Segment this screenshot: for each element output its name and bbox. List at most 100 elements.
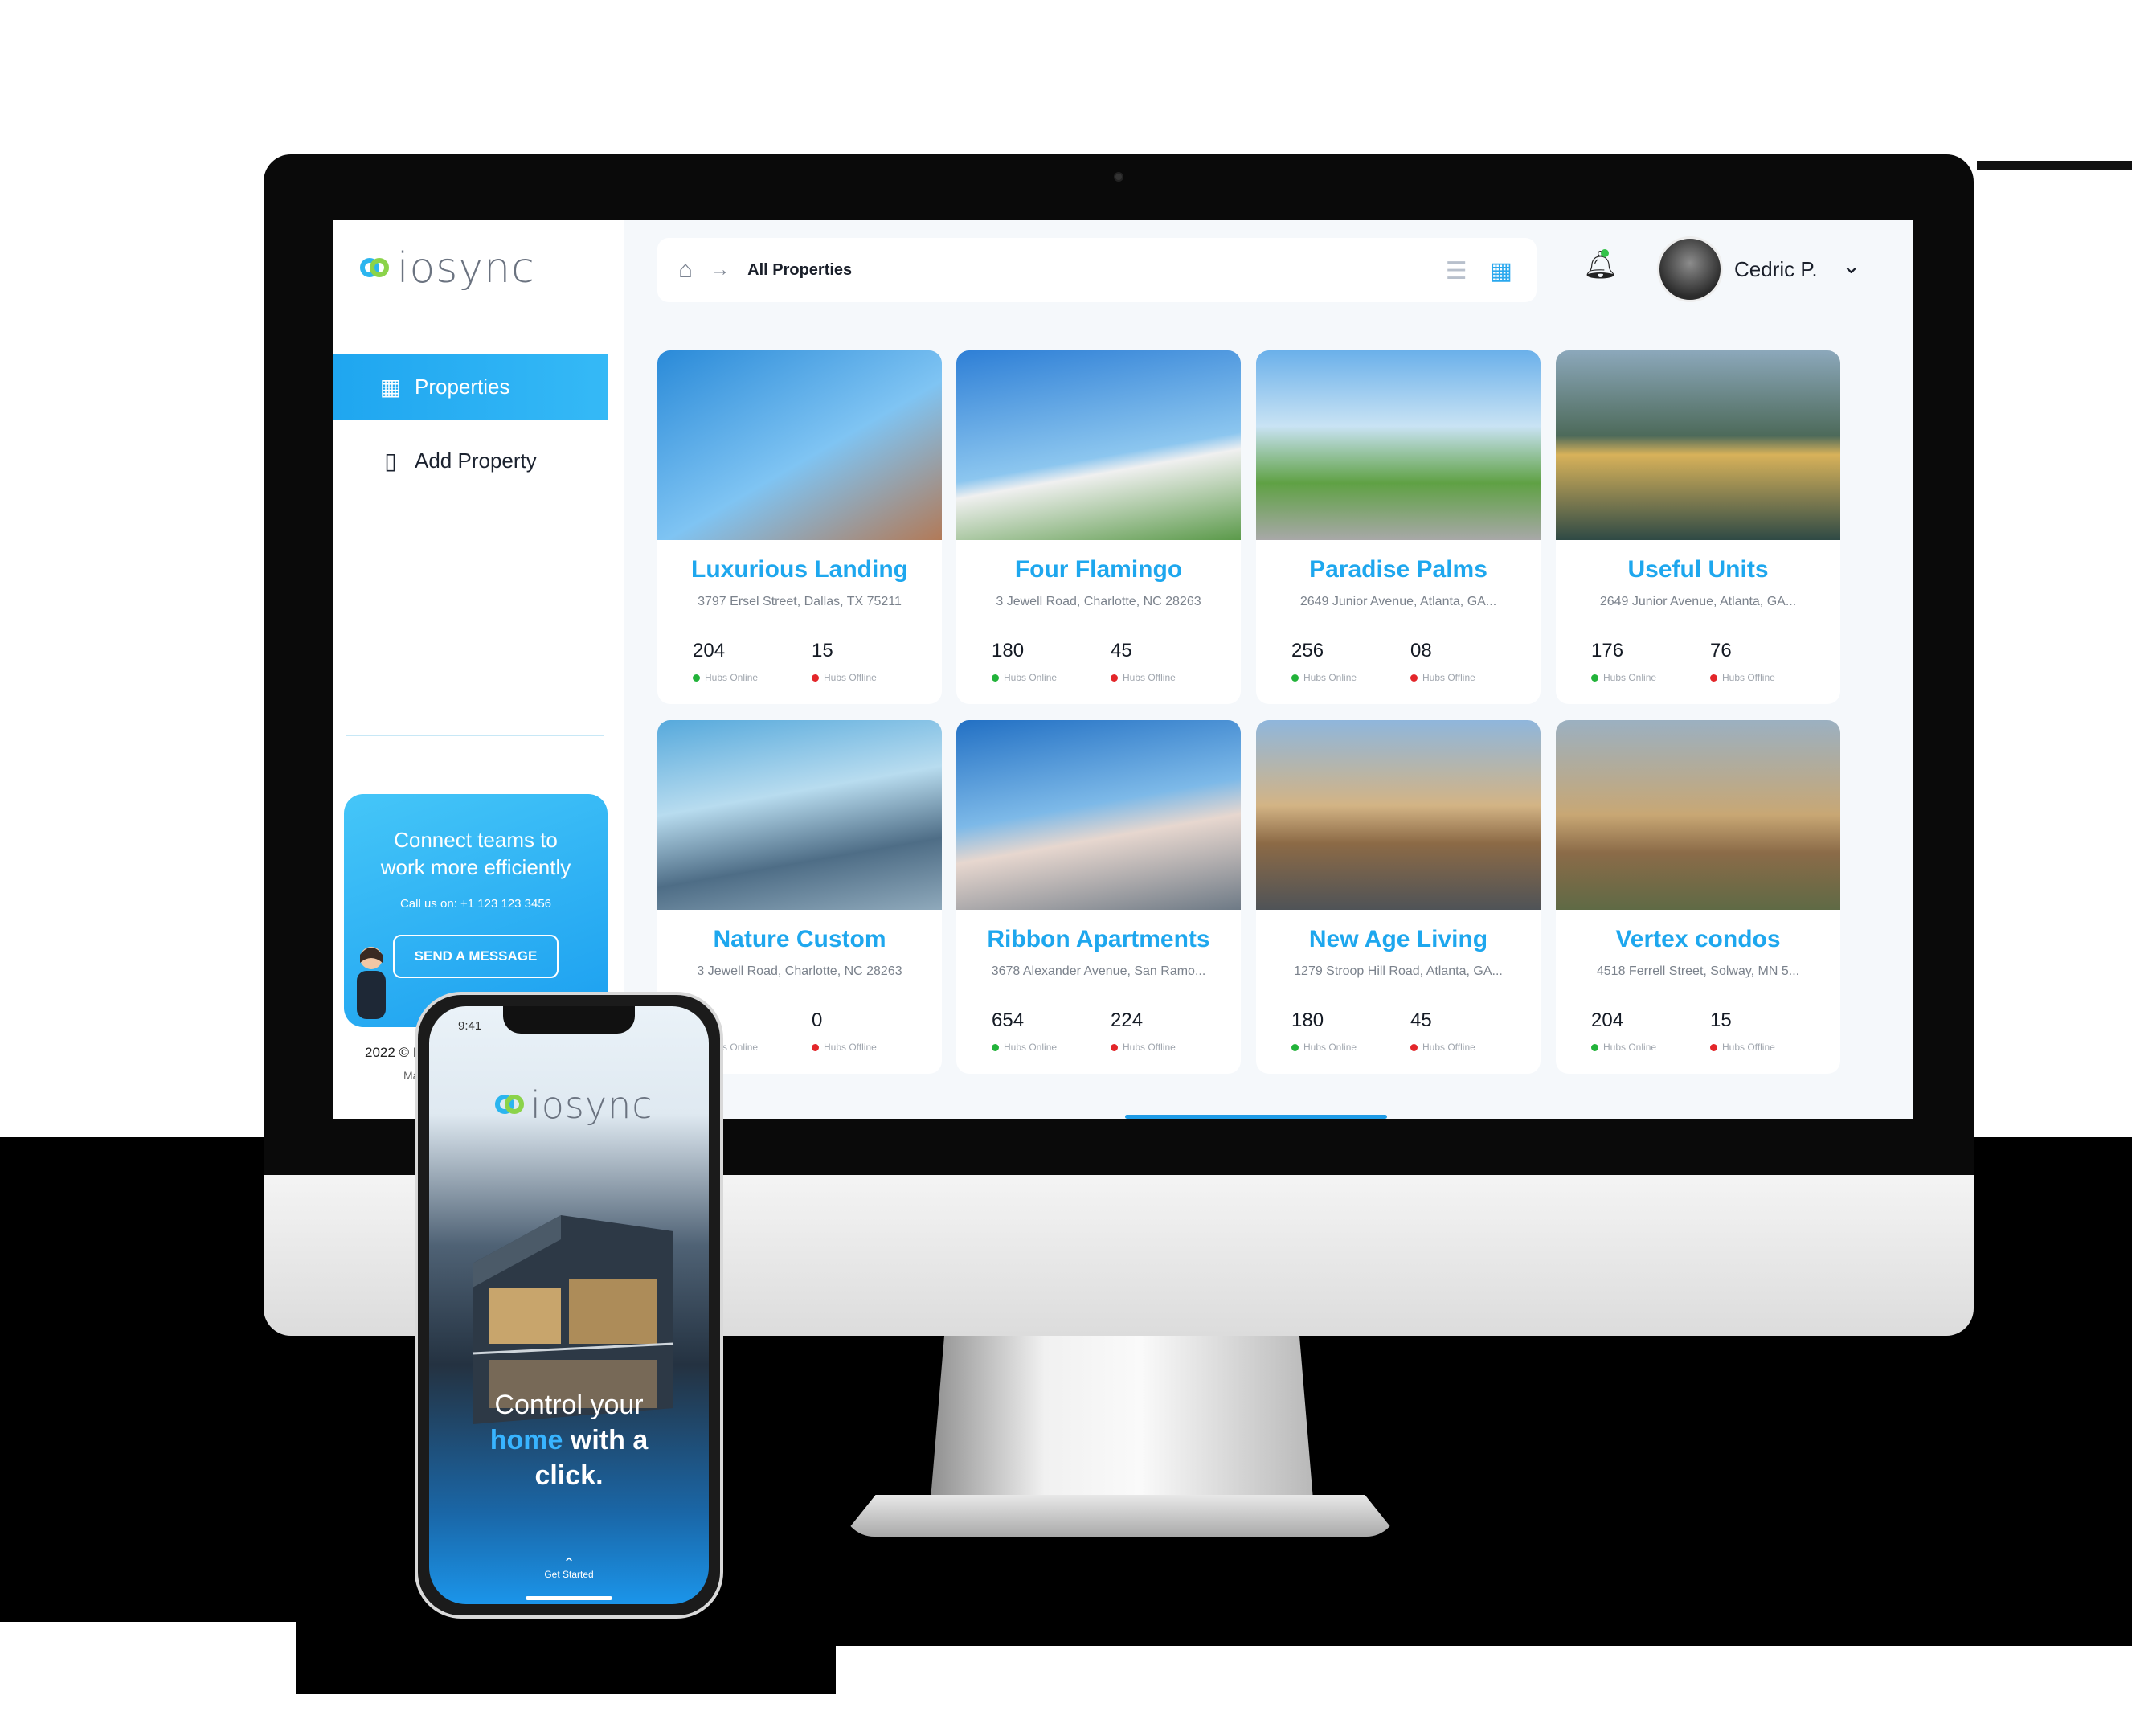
offline-dot-icon xyxy=(812,1043,819,1051)
phone-headline-line3: click. xyxy=(534,1460,604,1491)
hubs-online-label: Hubs Online xyxy=(1291,672,1357,683)
scrollbar[interactable] xyxy=(1125,1115,1387,1119)
property-card[interactable]: Four Flamingo 3 Jewell Road, Charlotte, N… xyxy=(956,350,1241,704)
sidebar-item-properties[interactable]: ▦ Properties xyxy=(333,354,608,420)
hubs-online-label: Hubs Online xyxy=(992,672,1057,683)
app-screen: iosync ▦ Properties ▯ Add Property Conne… xyxy=(333,220,1913,1119)
hubs-online-text: Hubs Online xyxy=(1303,1042,1357,1053)
phone-headline: Control your home with a click. xyxy=(429,1387,709,1493)
property-image xyxy=(657,720,942,910)
hubs-online-count: 176 xyxy=(1591,640,1624,661)
hubs-offline-count: 15 xyxy=(1710,1009,1732,1031)
property-image xyxy=(657,350,942,540)
hubs-offline-count: 15 xyxy=(812,640,833,661)
add-building-icon: ▯ xyxy=(384,448,397,473)
property-image xyxy=(956,350,1241,540)
list-view-icon[interactable]: ☰ xyxy=(1446,257,1467,285)
phone-notch xyxy=(503,1006,635,1034)
hubs-offline-label: Hubs Offline xyxy=(812,1042,877,1053)
property-name[interactable]: Useful Units xyxy=(1556,556,1840,583)
hubs-offline-label: Hubs Offline xyxy=(1710,1042,1775,1053)
hubs-offline-label: Hubs Offline xyxy=(1710,672,1775,683)
sidebar-item-label: Properties xyxy=(415,374,510,399)
phone-mockup: 9:41 iosync Control your home with a cli xyxy=(415,992,723,1619)
hubs-offline-text: Hubs Offline xyxy=(1123,672,1176,683)
mockup-stage: iosync ▦ Properties ▯ Add Property Conne… xyxy=(0,0,2132,1736)
property-card[interactable]: Luxurious Landing 3797 Ersel Street, Dall… xyxy=(657,350,942,704)
logo[interactable]: iosync xyxy=(360,244,535,293)
copyright-text: 2022 © I xyxy=(365,1045,417,1060)
property-name[interactable]: New Age Living xyxy=(1256,926,1541,953)
hubs-offline-label: Hubs Offline xyxy=(812,672,877,683)
hubs-online-count: 180 xyxy=(1291,1009,1324,1031)
view-toggle: ☰ ▦ xyxy=(1446,257,1512,285)
property-name[interactable]: Luxurious Landing xyxy=(657,556,942,583)
hubs-online-count: 204 xyxy=(1591,1009,1624,1031)
hubs-offline-text: Hubs Offline xyxy=(1422,672,1475,683)
property-name[interactable]: Nature Custom xyxy=(657,926,942,953)
phone-headline-highlight: home xyxy=(489,1425,563,1456)
online-dot-icon xyxy=(1591,1043,1598,1051)
hubs-offline-text: Hubs Offline xyxy=(1123,1042,1176,1053)
hubs-online-text: Hubs Online xyxy=(1603,672,1657,683)
sidebar: iosync ▦ Properties ▯ Add Property Conne… xyxy=(333,220,624,1119)
property-name[interactable]: Paradise Palms xyxy=(1256,556,1541,583)
hubs-offline-count: 224 xyxy=(1111,1009,1144,1031)
hubs-offline-count: 0 xyxy=(812,1009,823,1031)
arrow-right-icon: → xyxy=(710,259,730,280)
property-address: 2649 Junior Avenue, Atlanta, GA... xyxy=(1599,595,1797,608)
promo-headline: Connect teams to work more efficiently xyxy=(380,828,571,879)
hubs-offline-count: 08 xyxy=(1410,640,1432,661)
chevron-down-icon[interactable]: ⌄ xyxy=(1842,252,1860,279)
offline-dot-icon xyxy=(1111,1043,1118,1051)
online-dot-icon xyxy=(992,674,999,682)
property-image xyxy=(1556,720,1840,910)
camera-icon xyxy=(1114,172,1123,182)
breadcrumb-bar: ⌂ → All Properties ☰ ▦ xyxy=(657,238,1537,302)
hubs-online-count: 204 xyxy=(693,640,726,661)
user-name[interactable]: Cedric P. xyxy=(1734,257,1818,282)
property-image xyxy=(1256,720,1541,910)
building-icon: ▦ xyxy=(379,374,402,399)
property-card[interactable]: Vertex condos 4518 Ferrell Street, Solway… xyxy=(1556,720,1840,1074)
property-name[interactable]: Ribbon Apartments xyxy=(956,926,1241,953)
online-dot-icon xyxy=(1291,674,1299,682)
phone-screen: 9:41 iosync Control your home with a cli xyxy=(429,1006,709,1604)
phone-logo: iosync xyxy=(495,1083,653,1127)
sidebar-item-add-property[interactable]: ▯ Add Property xyxy=(333,428,608,493)
chevron-up-icon: ⌃ xyxy=(563,1555,575,1571)
logo-icon xyxy=(360,258,391,279)
sidebar-divider xyxy=(346,735,604,736)
grid-view-icon[interactable]: ▦ xyxy=(1490,257,1512,285)
property-name[interactable]: Vertex condos xyxy=(1556,926,1840,953)
property-image xyxy=(1256,350,1541,540)
sidebar-item-label: Add Property xyxy=(415,448,537,473)
get-started-button[interactable]: ⌃ Get Started xyxy=(429,1555,709,1580)
monitor-stand-neck xyxy=(929,1334,1315,1519)
hubs-online-count: 180 xyxy=(992,640,1025,661)
phone-headline-line2: with a xyxy=(570,1425,649,1456)
property-card[interactable]: Ribbon Apartments 3678 Alexander Avenue, … xyxy=(956,720,1241,1074)
property-name[interactable]: Four Flamingo xyxy=(956,556,1241,583)
hubs-online-text: Hubs Online xyxy=(1303,672,1357,683)
hubs-offline-count: 45 xyxy=(1410,1009,1432,1031)
property-address: 1279 Stroop Hill Road, Atlanta, GA... xyxy=(1294,964,1503,978)
backdrop-strip xyxy=(1977,161,2132,170)
offline-dot-icon xyxy=(1410,674,1418,682)
home-indicator xyxy=(526,1596,612,1600)
hubs-offline-text: Hubs Offline xyxy=(1422,1042,1475,1053)
property-card[interactable]: New Age Living 1279 Stroop Hill Road, Atl… xyxy=(1256,720,1541,1074)
logo-text: iosync xyxy=(397,244,535,293)
hubs-online-label: Hubs Online xyxy=(693,672,758,683)
send-message-button[interactable]: SEND A MESSAGE xyxy=(393,935,559,978)
avatar[interactable] xyxy=(1657,236,1723,302)
property-card[interactable]: Paradise Palms 2649 Junior Avenue, Atlant… xyxy=(1256,350,1541,704)
online-dot-icon xyxy=(992,1043,999,1051)
home-icon[interactable]: ⌂ xyxy=(678,256,693,284)
hubs-offline-text: Hubs Offline xyxy=(824,672,877,683)
hubs-offline-text: Hubs Offline xyxy=(824,1042,877,1053)
hubs-online-count: 654 xyxy=(992,1009,1025,1031)
online-dot-icon xyxy=(693,674,700,682)
property-card[interactable]: Useful Units 2649 Junior Avenue, Atlanta,… xyxy=(1556,350,1840,704)
offline-dot-icon xyxy=(1710,674,1717,682)
